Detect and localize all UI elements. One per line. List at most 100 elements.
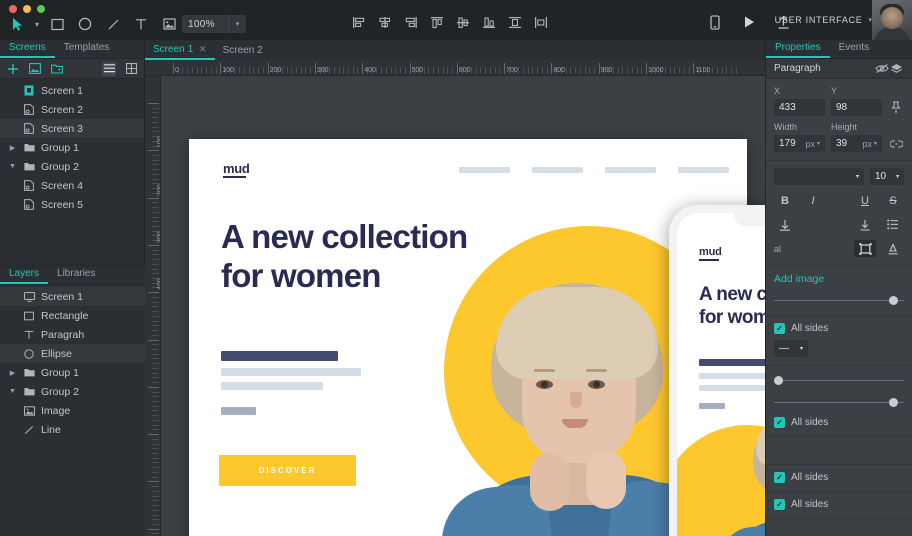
width-input[interactable]: 179 px ▾ (774, 135, 825, 152)
align-right-icon[interactable] (402, 13, 420, 31)
radius-slider-a[interactable] (774, 373, 904, 387)
list-icon[interactable] (882, 216, 904, 233)
width-unit-select[interactable]: px ▾ (805, 139, 820, 149)
chevron-right-icon[interactable]: ▶ (8, 144, 17, 152)
zoom-chevron-down-icon[interactable]: ▾ (228, 15, 246, 33)
rectangle-tool[interactable] (44, 12, 70, 36)
bold-icon[interactable]: B (774, 192, 796, 209)
tab-templates[interactable]: Templates (55, 39, 119, 58)
screens-item-screen-2[interactable]: Screen 2 (0, 100, 144, 119)
chevron-down-icon[interactable]: ▾ (874, 140, 877, 147)
nav-placeholder-item[interactable] (678, 167, 729, 173)
height-unit-select[interactable]: px ▾ (862, 139, 877, 149)
add-image-icon[interactable] (28, 62, 42, 76)
chevron-right-icon[interactable]: ▶ (8, 369, 17, 377)
screens-item-screen-5[interactable]: Screen 5 (0, 195, 144, 214)
chevron-down-icon[interactable]: ▾ (800, 345, 803, 352)
layers-item-paragraph[interactable]: Paragrah (0, 325, 145, 344)
tab-screen-2[interactable]: Screen 2 (215, 40, 271, 60)
nav-placeholder-item[interactable] (459, 167, 510, 173)
align-center-horizontal-icon[interactable] (376, 13, 394, 31)
screens-item-group-1[interactable]: ▶ Group 1 (0, 138, 144, 157)
padding-all-sides-checkbox[interactable]: ✓ All sides (774, 472, 904, 483)
nav-placeholder-item[interactable] (532, 167, 583, 173)
text-tool[interactable] (128, 12, 154, 36)
zoom-control[interactable]: 100% ▾ (182, 15, 246, 33)
y-input[interactable]: 98 (831, 99, 882, 116)
border-style-select[interactable]: — ▾ (774, 340, 808, 357)
distribute-vertical-icon[interactable] (506, 13, 524, 31)
ellipse-tool[interactable] (72, 12, 98, 36)
add-folder-icon[interactable] (50, 62, 64, 76)
tab-screens[interactable]: Screens (0, 39, 55, 58)
layers-item-image[interactable]: Image (0, 401, 145, 420)
image-tool[interactable] (156, 12, 182, 36)
italic-icon[interactable]: I (802, 192, 824, 209)
nav-placeholder-item[interactable] (605, 167, 656, 173)
add-image-button[interactable]: Add image (774, 273, 904, 285)
layers-item-group-2[interactable]: ▼ Group 2 (0, 382, 145, 401)
layers-item-ellipse[interactable]: Ellipse (0, 344, 145, 363)
align-left-icon[interactable] (350, 13, 368, 31)
link-icon[interactable] (888, 135, 904, 152)
radius-slider-b[interactable] (774, 395, 904, 409)
line-tool[interactable] (100, 12, 126, 36)
image-opacity-slider[interactable] (774, 293, 904, 307)
align-down-icon[interactable] (854, 216, 876, 233)
tab-events[interactable]: Events (830, 39, 879, 58)
avatar[interactable] (872, 0, 912, 40)
layers-item-line[interactable]: Line (0, 420, 145, 439)
headline-text[interactable]: A new collection for women (221, 217, 481, 295)
pointer-tool[interactable] (4, 12, 30, 36)
align-bottom-icon[interactable] (480, 13, 498, 31)
chevron-down-icon[interactable]: ▾ (817, 140, 820, 147)
align-middle-vertical-icon[interactable] (454, 13, 472, 31)
pin-icon[interactable] (888, 99, 904, 116)
underline-icon[interactable]: U (854, 192, 876, 209)
radius-all-sides-checkbox[interactable]: ✓ All sides (774, 417, 904, 428)
chevron-down-icon[interactable]: ▼ (8, 163, 17, 170)
desktop-mockup[interactable]: mud A new collection for women DISCOVER (189, 139, 747, 536)
user-interface-menu[interactable]: USER INTERFACE ▾ (775, 15, 872, 25)
body-bar-light[interactable] (221, 382, 323, 390)
layers-icon[interactable] (889, 63, 904, 75)
layers-item-rectangle[interactable]: Rectangle (0, 306, 145, 325)
align-top-icon[interactable] (428, 13, 446, 31)
body-bar-light[interactable] (221, 368, 361, 376)
line-height-icon[interactable] (774, 216, 796, 233)
font-size-select[interactable]: 10 ▾ (870, 168, 904, 185)
screens-item-screen-3[interactable]: Screen 3 (0, 119, 144, 138)
border-all-sides-checkbox[interactable]: ✓ All sides (774, 323, 904, 334)
chevron-down-icon[interactable]: ▾ (896, 173, 899, 180)
grid-view-icon[interactable] (124, 62, 138, 76)
tab-screen-1[interactable]: Screen 1 ✕ (145, 40, 215, 60)
text-align-icon[interactable] (882, 240, 904, 257)
screens-item-screen-1[interactable]: Screen 1 (0, 81, 144, 100)
discover-button[interactable]: DISCOVER (219, 455, 356, 486)
tab-properties[interactable]: Properties (766, 39, 830, 58)
box-icon[interactable] (854, 240, 876, 257)
play-preview-icon[interactable] (740, 13, 758, 31)
font-family-select[interactable]: ▾ (774, 168, 864, 185)
close-icon[interactable]: ✕ (199, 40, 207, 59)
layers-item-group-1[interactable]: ▶ Group 1 (0, 363, 145, 382)
pointer-tool-chevron-down-icon[interactable]: ▾ (32, 12, 42, 36)
chevron-down-icon[interactable]: ▾ (856, 173, 859, 180)
body-bar-mid[interactable] (221, 407, 256, 415)
height-input[interactable]: 39 px ▾ (831, 135, 882, 152)
strikethrough-icon[interactable]: S (882, 192, 904, 209)
screens-item-screen-4[interactable]: Screen 4 (0, 176, 144, 195)
distribute-horizontal-icon[interactable] (532, 13, 550, 31)
tab-libraries[interactable]: Libraries (48, 265, 104, 284)
x-input[interactable]: 433 (774, 99, 825, 116)
margin-all-sides-checkbox[interactable]: ✓ All sides (774, 499, 904, 510)
list-view-icon[interactable] (102, 61, 116, 76)
vertical-ruler[interactable]: 100 200 300 400 (145, 76, 161, 536)
body-bar-dark[interactable] (221, 351, 338, 361)
tab-layers[interactable]: Layers (0, 265, 49, 284)
screens-item-group-2[interactable]: ▼ Group 2 (0, 157, 144, 176)
add-screen-icon[interactable] (6, 62, 20, 76)
hide-icon[interactable] (874, 63, 889, 74)
layers-item-screen-1[interactable]: Screen 1 (0, 287, 145, 306)
mobile-preview-icon[interactable] (706, 13, 724, 31)
